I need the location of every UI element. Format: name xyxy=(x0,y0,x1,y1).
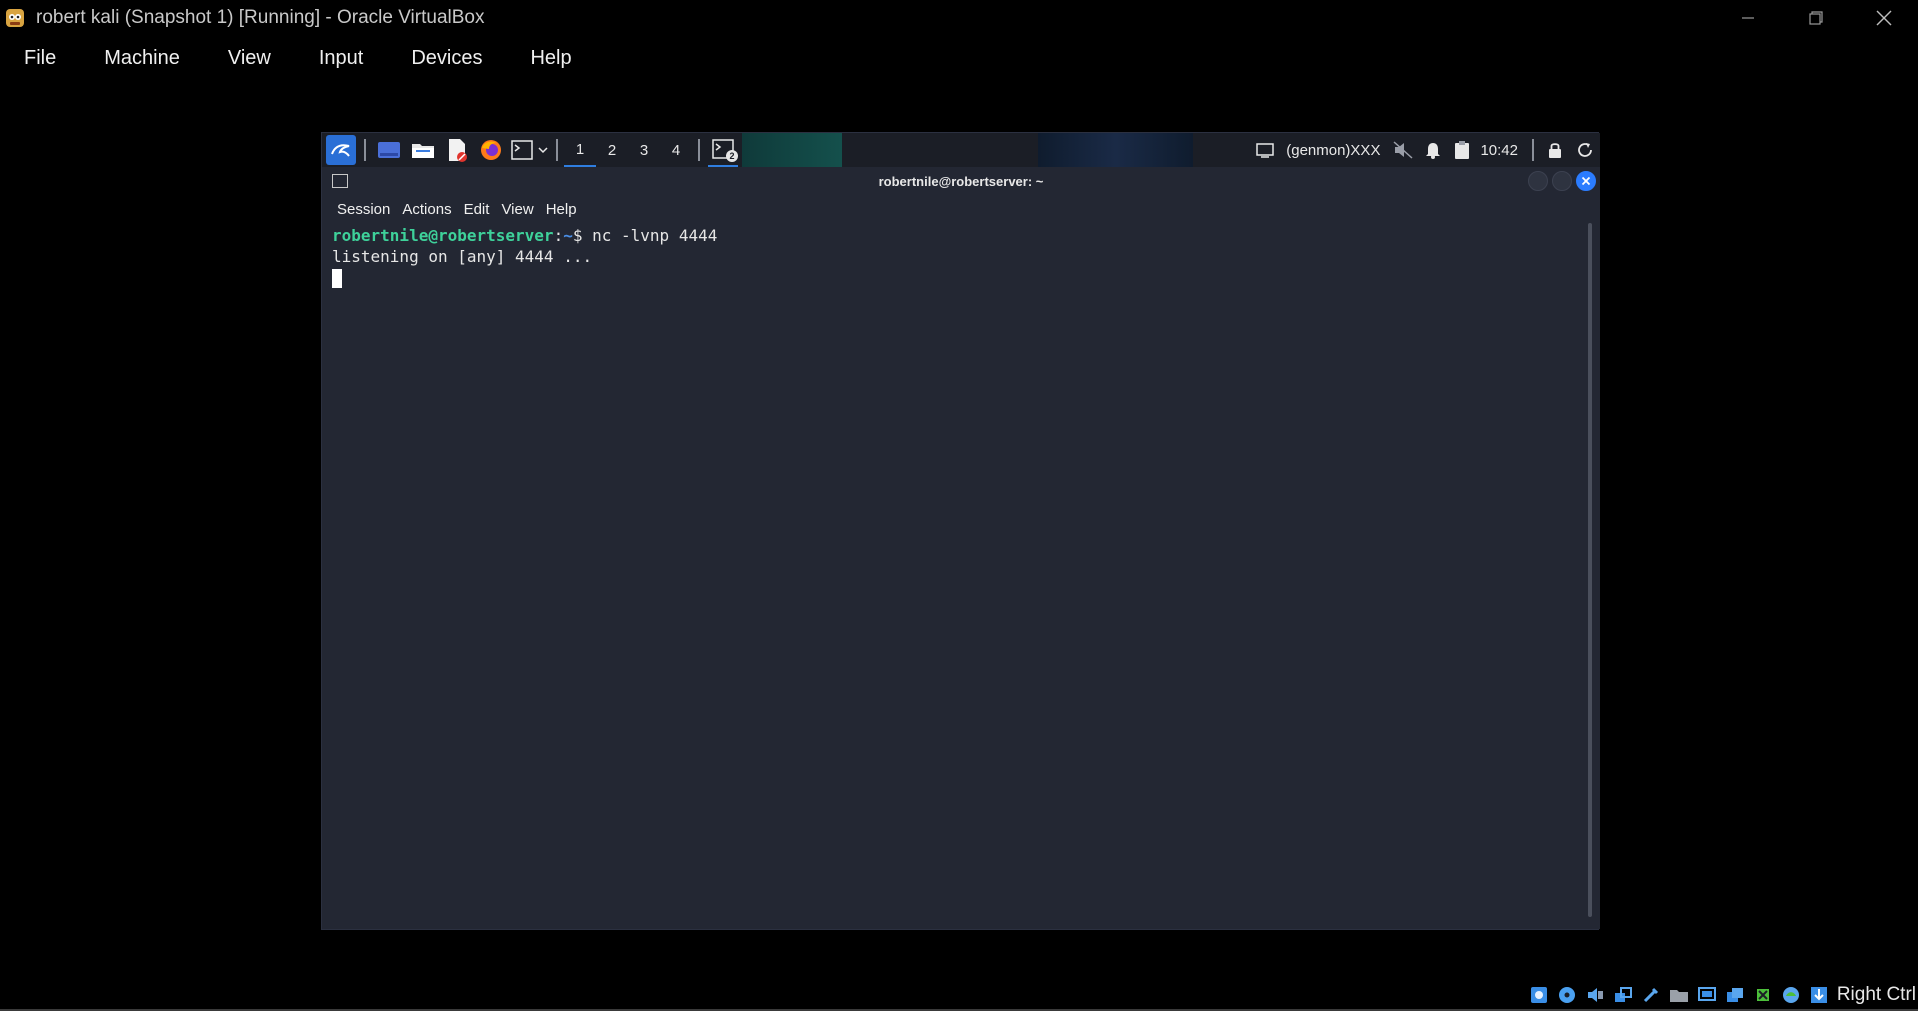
panel-separator xyxy=(556,139,558,161)
text-editor-button[interactable] xyxy=(442,135,472,165)
genmon-icon xyxy=(1254,135,1276,165)
terminal-menu-edit[interactable]: Edit xyxy=(459,201,497,218)
show-desktop-button[interactable] xyxy=(374,135,404,165)
taskbar-terminal-button[interactable]: 2 xyxy=(708,133,738,167)
prompt-path: ~ xyxy=(563,226,573,245)
firefox-button[interactable] xyxy=(476,135,506,165)
lock-icon xyxy=(1549,143,1561,158)
notifications-button[interactable] xyxy=(1420,135,1446,165)
keyboard-capture-icon[interactable] xyxy=(1807,983,1831,1007)
terminal-cursor xyxy=(332,269,342,288)
terminal-title: robertnile@robertserver: ~ xyxy=(878,173,1044,189)
shared-folders-icon[interactable] xyxy=(1667,983,1691,1007)
window-title: robert kali (Snapshot 1) [Running] - Ora… xyxy=(36,7,485,28)
desktop-icon xyxy=(378,142,400,158)
workspace-4[interactable]: 4 xyxy=(660,133,692,167)
terminal-maximize-button[interactable] xyxy=(1552,171,1572,191)
folder-icon xyxy=(412,144,434,158)
prompt-separator: : xyxy=(553,226,564,245)
minimize-button[interactable] xyxy=(1714,0,1782,36)
close-icon xyxy=(1876,10,1892,26)
volume-muted-icon xyxy=(1393,141,1413,159)
menu-file[interactable]: File xyxy=(0,47,80,70)
cpu-icon[interactable] xyxy=(1751,983,1775,1007)
panel-separator xyxy=(698,139,700,161)
workspace-thumbnail[interactable] xyxy=(742,133,842,167)
restore-button[interactable] xyxy=(1782,0,1850,36)
terminal-close-button[interactable] xyxy=(1576,171,1596,191)
guest-additions-icon[interactable] xyxy=(1779,983,1803,1007)
panel-separator xyxy=(364,139,366,161)
terminal-output[interactable]: robertnile@robertserver:~$ nc -lvnp 4444… xyxy=(332,225,1580,923)
volume-muted-button[interactable] xyxy=(1390,135,1416,165)
menu-view[interactable]: View xyxy=(204,47,295,70)
workspace-3[interactable]: 3 xyxy=(628,133,660,167)
file-manager-button[interactable] xyxy=(408,135,438,165)
refresh-icon xyxy=(1578,143,1592,157)
terminal-menu-view[interactable]: View xyxy=(496,201,540,218)
clipboard-button[interactable] xyxy=(1450,135,1474,165)
menu-devices[interactable]: Devices xyxy=(387,47,506,70)
menu-input[interactable]: Input xyxy=(295,47,387,70)
xfce-panel: 1 2 3 4 2 (genmon)XXX 10:42 xyxy=(322,133,1600,167)
terminal-menu-actions[interactable]: Actions xyxy=(397,201,458,218)
terminal-window[interactable]: robertnile@robertserver: ~ Session Actio… xyxy=(322,167,1600,929)
terminal-icon xyxy=(511,140,533,160)
prompt-user: robertnile@robertserver xyxy=(332,226,554,245)
workspace-1[interactable]: 1 xyxy=(564,133,596,167)
terminal-command: nc -lvnp 4444 xyxy=(582,226,718,245)
window-count-badge: 2 xyxy=(726,150,738,162)
display-icon[interactable] xyxy=(1695,983,1719,1007)
launcher-dropdown[interactable] xyxy=(536,135,550,165)
menu-help[interactable]: Help xyxy=(506,47,595,70)
minimize-icon xyxy=(1742,17,1754,19)
terminal-scrollbar[interactable] xyxy=(1588,223,1592,917)
host-key-label[interactable]: Right Ctrl xyxy=(1837,984,1916,1006)
logout-button[interactable] xyxy=(1572,135,1598,165)
bell-icon xyxy=(1426,143,1441,159)
terminal-titlebar[interactable]: robertnile@robertserver: ~ xyxy=(322,167,1600,195)
menu-machine[interactable]: Machine xyxy=(80,47,204,70)
virtualbox-titlebar: robert kali (Snapshot 1) [Running] - Ora… xyxy=(0,0,1918,36)
genmon-label[interactable]: (genmon)XXX xyxy=(1286,142,1380,159)
guest-display[interactable]: 1 2 3 4 2 (genmon)XXX 10:42 robertnile@r… xyxy=(321,132,1600,930)
workspace-switcher: 1 2 3 4 xyxy=(564,133,692,167)
optical-drive-icon[interactable] xyxy=(1555,983,1579,1007)
workspace-2[interactable]: 2 xyxy=(596,133,628,167)
close-button[interactable] xyxy=(1850,0,1918,36)
terminal-window-icon[interactable] xyxy=(332,174,348,188)
usb-icon[interactable] xyxy=(1639,983,1663,1007)
terminal-minimize-button[interactable] xyxy=(1528,171,1548,191)
hard-disk-icon[interactable] xyxy=(1527,983,1551,1007)
network-icon[interactable] xyxy=(1611,983,1635,1007)
panel-separator xyxy=(1532,139,1534,161)
audio-icon[interactable] xyxy=(1583,983,1607,1007)
window-thumbnail[interactable] xyxy=(1038,133,1193,167)
terminal-launcher-button[interactable] xyxy=(510,135,534,165)
panel-clock[interactable]: 10:42 xyxy=(1480,142,1518,159)
terminal-menubar: Session Actions Edit View Help xyxy=(322,195,1600,223)
virtualbox-menubar: File Machine View Input Devices Help xyxy=(0,40,596,76)
chevron-down-icon xyxy=(538,147,548,154)
firefox-icon xyxy=(481,140,501,160)
virtualbox-statusbar: Right Ctrl xyxy=(1525,980,1918,1010)
terminal-menu-session[interactable]: Session xyxy=(332,201,397,218)
kali-menu-button[interactable] xyxy=(326,135,356,165)
terminal-menu-help[interactable]: Help xyxy=(541,201,584,218)
terminal-command-line: robertnile@robertserver:~$ nc -lvnp 4444 xyxy=(332,225,1580,246)
terminal-output-line: listening on [any] 4444 ... xyxy=(332,247,593,266)
text-editor-icon xyxy=(449,139,467,162)
kali-dragon-icon xyxy=(331,144,350,157)
lock-screen-button[interactable] xyxy=(1542,135,1568,165)
restore-icon xyxy=(1809,11,1823,25)
clipboard-icon xyxy=(1455,141,1470,159)
video-capture-icon[interactable] xyxy=(1723,983,1747,1007)
virtualbox-app-icon[interactable] xyxy=(2,5,28,31)
close-icon xyxy=(1581,176,1591,186)
